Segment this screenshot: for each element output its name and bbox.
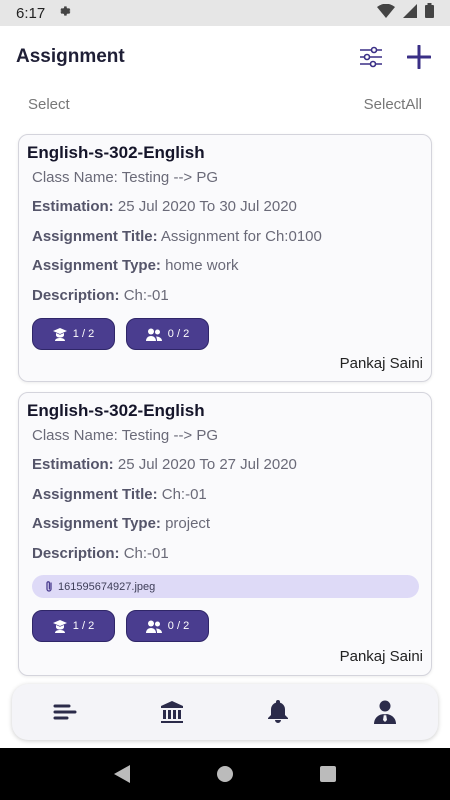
assignment-title-label: Assignment Title: bbox=[32, 228, 158, 245]
paperclip-icon bbox=[46, 581, 52, 592]
assignment-type-value: project bbox=[165, 515, 211, 532]
system-navigation-bar bbox=[0, 748, 450, 800]
estimation-value: 25 Jul 2020 To 27 Jul 2020 bbox=[117, 456, 297, 473]
assignment-card[interactable]: English-s-302-English Class Name: Testin… bbox=[18, 392, 432, 676]
nav-profile[interactable] bbox=[360, 692, 410, 732]
assignment-type-row: Assignment Type: home work bbox=[32, 257, 238, 274]
student-graduate-icon bbox=[52, 327, 67, 341]
users-group-icon bbox=[145, 328, 162, 341]
nav-assignments-list[interactable] bbox=[40, 692, 90, 732]
assignment-type-label: Assignment Type: bbox=[32, 515, 161, 532]
users-group-icon bbox=[145, 620, 162, 633]
assignment-title-value: Assignment for Ch:0100 bbox=[160, 228, 322, 245]
assignment-card[interactable]: English-s-302-English Class Name: Testin… bbox=[18, 134, 432, 382]
add-assignment-button[interactable] bbox=[404, 42, 434, 72]
submitted-count: 1 / 2 bbox=[72, 620, 95, 632]
home-circle-icon bbox=[216, 766, 233, 782]
plus-icon bbox=[407, 45, 431, 69]
estimation-row: Estimation: 25 Jul 2020 To 27 Jul 2020 bbox=[32, 456, 297, 473]
nav-notifications[interactable] bbox=[253, 692, 303, 732]
assignment-title-value: Ch:-01 bbox=[161, 486, 207, 503]
checked-count-chip[interactable]: 0 / 2 bbox=[126, 610, 209, 642]
description-row: Description: Ch:-01 bbox=[32, 287, 169, 304]
assignment-subject: English-s-302-English bbox=[27, 143, 205, 162]
assignment-subject: English-s-302-English bbox=[27, 401, 205, 420]
description-label: Description: bbox=[32, 287, 120, 304]
assignment-title-row: Assignment Title: Assignment for Ch:0100 bbox=[32, 228, 322, 245]
assignment-type-row: Assignment Type: project bbox=[32, 515, 210, 532]
description-label: Description: bbox=[32, 545, 120, 562]
author-name: Pankaj Saini bbox=[339, 648, 423, 665]
recents-button[interactable] bbox=[308, 754, 348, 794]
status-time: 6:17 bbox=[16, 4, 46, 22]
bottom-navigation bbox=[12, 684, 438, 740]
assignment-type-label: Assignment Type: bbox=[32, 257, 161, 274]
list-icon bbox=[53, 704, 77, 720]
home-button[interactable] bbox=[205, 754, 245, 794]
settings-gear-icon bbox=[57, 4, 71, 23]
checked-count-chip[interactable]: 0 / 2 bbox=[126, 318, 209, 350]
assignment-title-label: Assignment Title: bbox=[32, 486, 158, 503]
profile-icon bbox=[373, 700, 396, 724]
description-value: Ch:-01 bbox=[123, 545, 169, 562]
back-triangle-icon bbox=[113, 765, 130, 783]
submitted-count-chip[interactable]: 1 / 2 bbox=[32, 610, 115, 642]
description-value: Ch:-01 bbox=[123, 287, 169, 304]
recents-square-icon bbox=[320, 766, 337, 782]
signal-icon bbox=[403, 3, 417, 23]
filter-button[interactable] bbox=[356, 42, 386, 72]
filter-sliders-icon bbox=[360, 46, 382, 68]
status-bar: 6:17 bbox=[0, 0, 450, 26]
estimation-label: Estimation: bbox=[32, 456, 114, 473]
page-title: Assignment bbox=[16, 46, 125, 67]
checked-count: 0 / 2 bbox=[167, 620, 190, 632]
estimation-row: Estimation: 25 Jul 2020 To 30 Jul 2020 bbox=[32, 198, 297, 215]
battery-icon bbox=[425, 3, 434, 23]
bell-icon bbox=[268, 700, 289, 723]
attachment-link[interactable]: 161595674927.jpeg bbox=[32, 575, 419, 598]
checked-count: 0 / 2 bbox=[167, 328, 190, 340]
nav-institution[interactable] bbox=[147, 692, 197, 732]
selection-bar: Select SelectAll bbox=[0, 96, 450, 118]
app-header: Assignment bbox=[0, 26, 450, 88]
student-graduate-icon bbox=[52, 619, 67, 633]
author-name: Pankaj Saini bbox=[339, 355, 423, 372]
submitted-count-chip[interactable]: 1 / 2 bbox=[32, 318, 115, 350]
class-name: Class Name: Testing --> PG bbox=[32, 427, 219, 444]
assignment-type-value: home work bbox=[165, 257, 239, 274]
submitted-count: 1 / 2 bbox=[72, 328, 95, 340]
select-all-button[interactable]: SelectAll bbox=[364, 96, 422, 118]
assignment-title-row: Assignment Title: Ch:-01 bbox=[32, 486, 207, 503]
estimation-label: Estimation: bbox=[32, 198, 114, 215]
institution-icon bbox=[160, 701, 183, 723]
estimation-value: 25 Jul 2020 To 30 Jul 2020 bbox=[117, 198, 297, 215]
description-row: Description: Ch:-01 bbox=[32, 545, 169, 562]
wifi-icon bbox=[377, 3, 395, 23]
select-button[interactable]: Select bbox=[28, 96, 70, 118]
back-button[interactable] bbox=[102, 754, 142, 794]
class-name: Class Name: Testing --> PG bbox=[32, 169, 219, 186]
attachment-filename: 161595674927.jpeg bbox=[58, 580, 156, 593]
